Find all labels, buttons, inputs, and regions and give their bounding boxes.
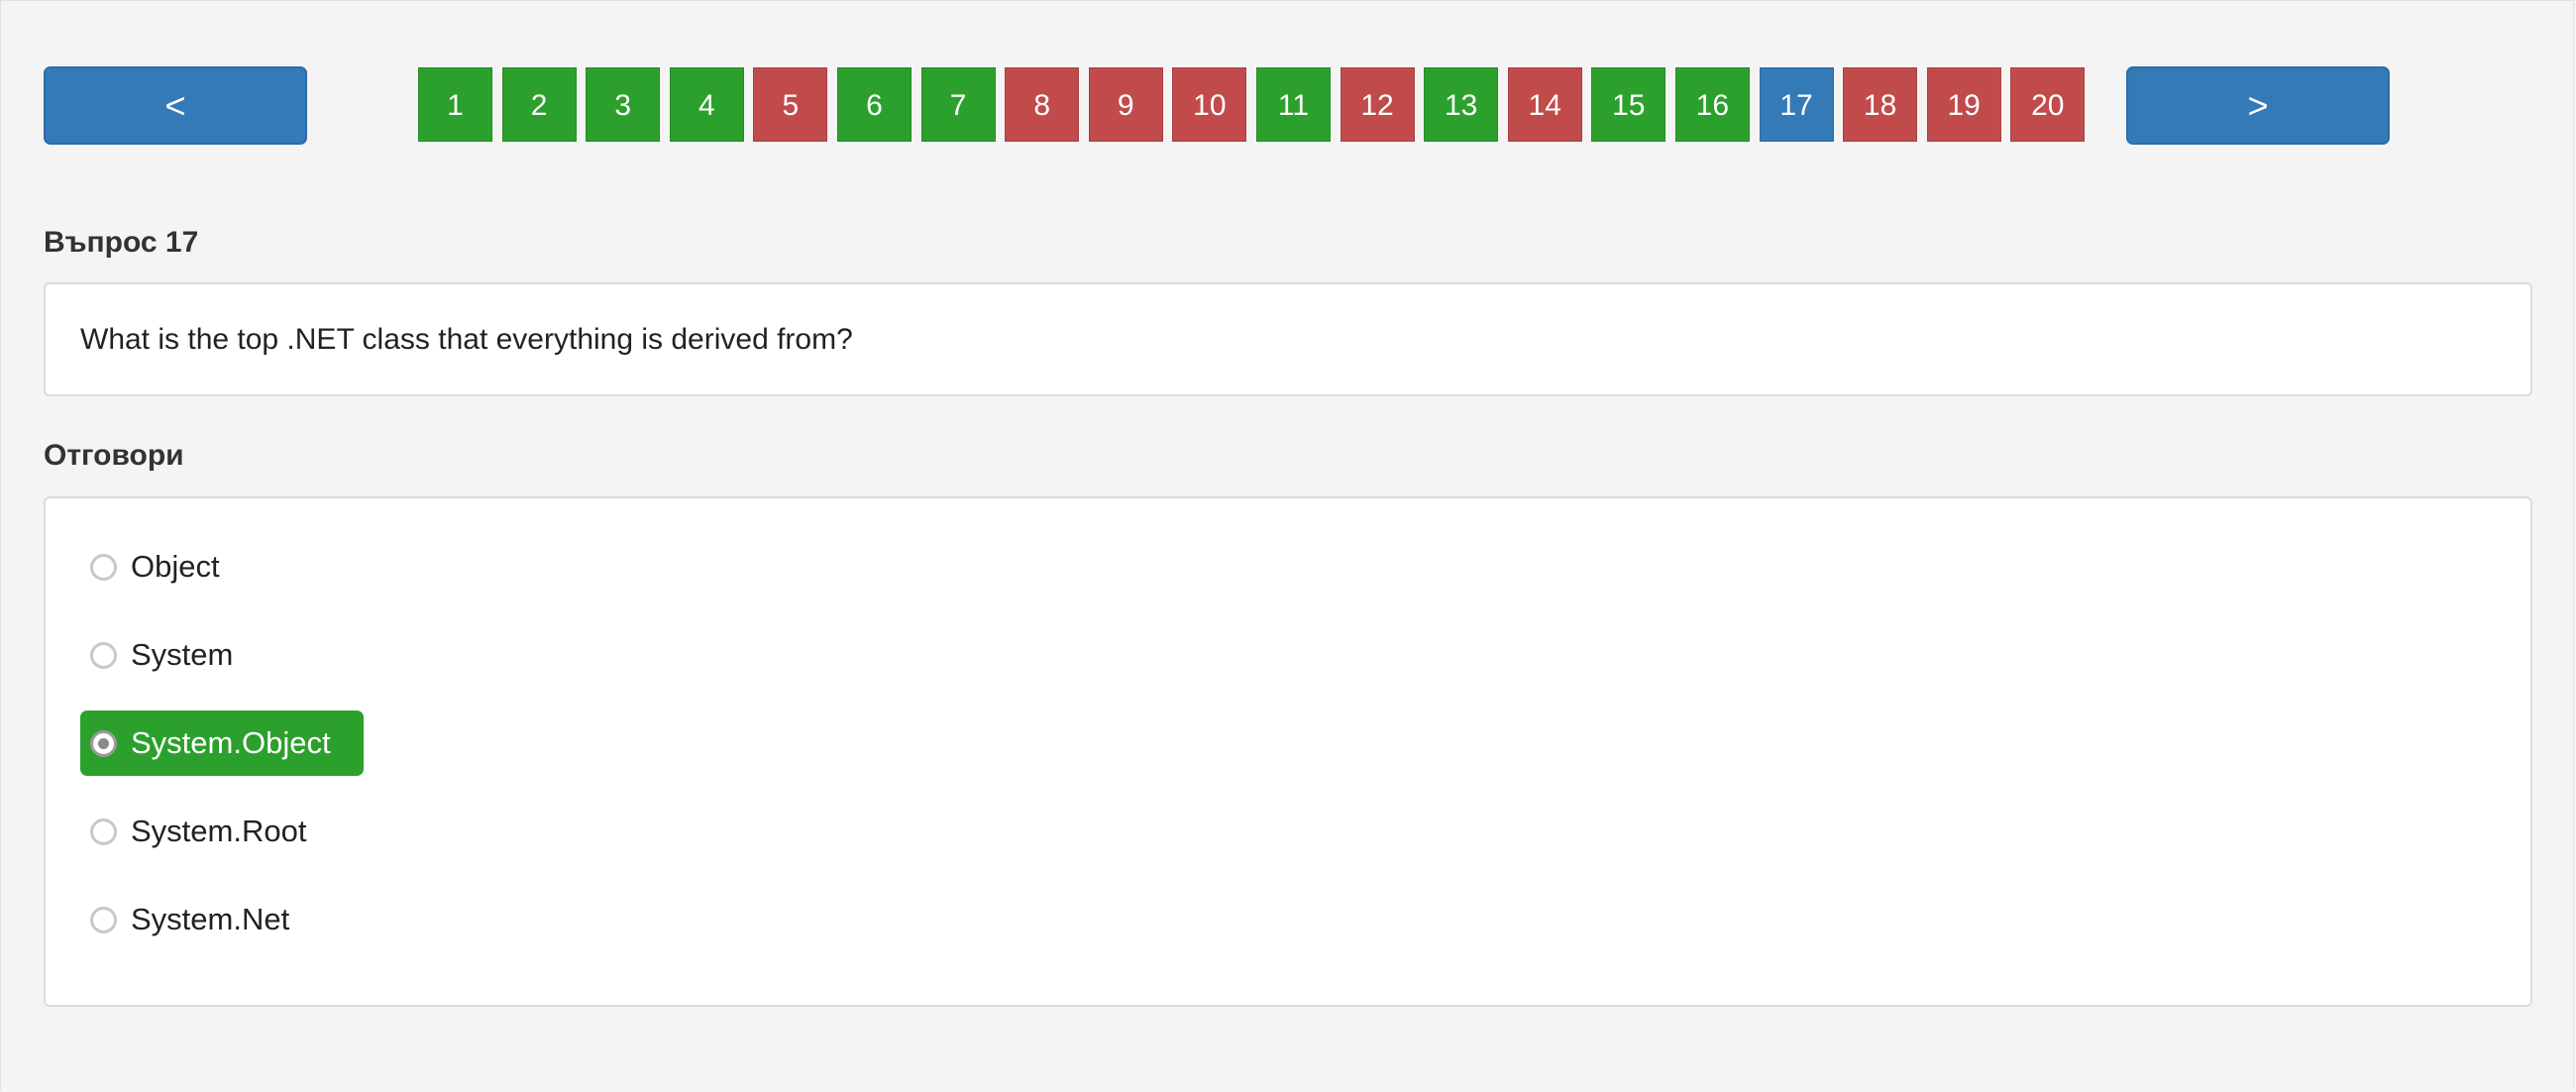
page-button-14[interactable]: 14	[1507, 67, 1582, 142]
answer-label: System.Root	[131, 814, 307, 848]
radio-button[interactable]	[90, 729, 117, 757]
answer-label: Object	[131, 549, 220, 584]
page-button-1[interactable]: 1	[418, 67, 492, 142]
answer-label: System.Object	[131, 725, 331, 760]
radio-button[interactable]	[90, 906, 117, 933]
page-button-2[interactable]: 2	[501, 67, 577, 142]
page-button-17[interactable]: 17	[1759, 67, 1834, 142]
answer-label: System.Net	[131, 902, 290, 936]
page-button-18[interactable]: 18	[1843, 67, 1918, 142]
page-button-12[interactable]: 12	[1340, 67, 1415, 142]
radio-button[interactable]	[90, 641, 117, 669]
page-button-6[interactable]: 6	[836, 67, 912, 142]
question-panel: What is the top .NET class that everythi…	[44, 282, 2532, 396]
page-button-10[interactable]: 10	[1172, 67, 1247, 142]
answer-option[interactable]: System	[80, 622, 266, 688]
answer-label: System	[131, 637, 234, 672]
page-button-3[interactable]: 3	[586, 67, 661, 142]
page-button-7[interactable]: 7	[920, 67, 996, 142]
page-button-20[interactable]: 20	[2010, 67, 2086, 142]
page-button-5[interactable]: 5	[753, 67, 828, 142]
answer-option[interactable]: System.Object	[80, 710, 364, 776]
answer-option[interactable]: System.Net	[80, 887, 322, 952]
page-button-8[interactable]: 8	[1005, 67, 1080, 142]
page-button-9[interactable]: 9	[1088, 67, 1163, 142]
page-button-19[interactable]: 19	[1926, 67, 2001, 142]
page-button-16[interactable]: 16	[1674, 67, 1750, 142]
next-question-button[interactable]: >	[2126, 66, 2390, 145]
page-button-15[interactable]: 15	[1591, 67, 1666, 142]
answer-option[interactable]: System.Root	[80, 799, 339, 864]
answers-heading: Отговори	[44, 439, 184, 472]
answers-panel: Object System System.Object System.Root …	[44, 496, 2532, 1007]
page-button-11[interactable]: 11	[1255, 67, 1331, 142]
page-button-4[interactable]: 4	[669, 67, 744, 142]
question-heading: Въпрос 17	[44, 226, 199, 259]
question-pager: 1 2 3 4 5 6 7 8 9 10 11 12 13 14 15 16 1…	[418, 67, 2094, 142]
radio-button[interactable]	[90, 553, 117, 581]
answer-option[interactable]: Object	[80, 534, 253, 600]
page-button-13[interactable]: 13	[1424, 67, 1499, 142]
radio-button[interactable]	[90, 818, 117, 845]
previous-question-button[interactable]: <	[44, 66, 307, 145]
question-text: What is the top .NET class that everythi…	[80, 323, 853, 356]
